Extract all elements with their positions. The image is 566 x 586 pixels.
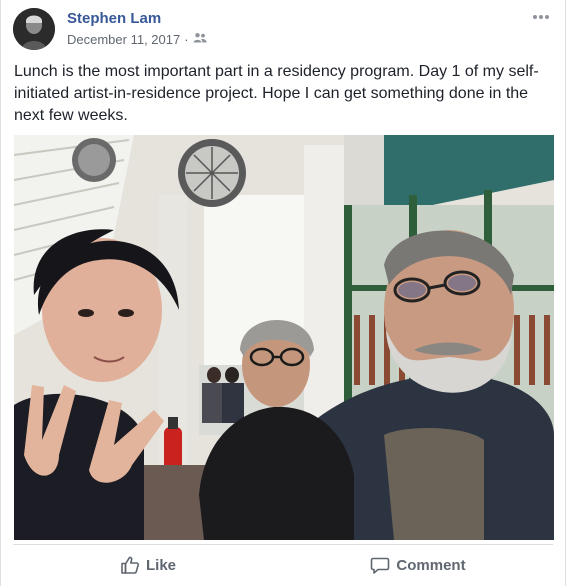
friends-icon[interactable] [193,32,207,47]
thumbs-up-icon [120,555,140,575]
comment-label: Comment [396,556,466,574]
post-date[interactable]: December 11, 2017 [67,32,180,47]
meta-separator: · [184,32,189,47]
post-meta: December 11, 2017 · [67,32,207,47]
comment-button[interactable]: Comment [283,545,553,581]
action-bar: Like Comment [13,544,553,581]
like-button[interactable]: Like [13,545,283,581]
speech-bubble-icon [370,555,390,575]
post-header: Stephen Lam December 11, 2017 · [13,8,553,52]
author-name[interactable]: Stephen Lam [67,10,161,27]
post-text: Lunch is the most important part in a re… [14,63,539,124]
post-photo[interactable] [14,135,554,540]
like-label: Like [145,556,176,574]
more-options-icon[interactable] [529,8,553,26]
post-card: Stephen Lam December 11, 2017 · Lunch is… [0,0,566,586]
avatar[interactable] [13,8,55,50]
